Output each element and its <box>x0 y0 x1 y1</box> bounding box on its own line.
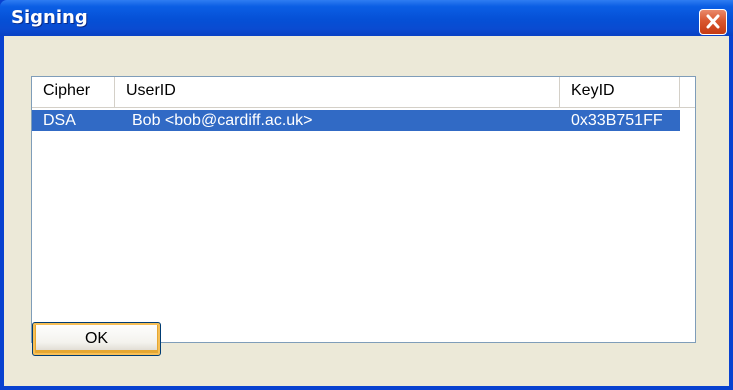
column-header-keyid[interactable]: KeyID <box>560 77 680 107</box>
column-header-cipher[interactable]: Cipher <box>32 77 115 107</box>
list-header: Cipher UserID KeyID <box>32 77 695 108</box>
cell-cipher: DSA <box>43 112 76 129</box>
list-row-selected[interactable]: DSA Bob <bob@cardiff.ac.uk> 0x33B751FF <box>32 110 680 131</box>
title-bar[interactable]: Signing <box>0 0 733 36</box>
close-button[interactable] <box>699 9 727 35</box>
dialog-body: Cipher UserID KeyID DSA Bob <bob@cardiff… <box>4 36 729 386</box>
signing-dialog: Signing Cipher UserID KeyID DSA Bob <bob… <box>0 0 733 390</box>
ok-button[interactable]: OK <box>32 322 161 356</box>
cell-userid: Bob <bob@cardiff.ac.uk> <box>132 112 313 129</box>
key-list[interactable]: Cipher UserID KeyID DSA Bob <bob@cardiff… <box>31 76 696 343</box>
cell-keyid: 0x33B751FF <box>571 112 663 129</box>
column-header-userid[interactable]: UserID <box>115 77 560 107</box>
window-title: Signing <box>11 7 88 28</box>
close-icon <box>706 14 720 29</box>
